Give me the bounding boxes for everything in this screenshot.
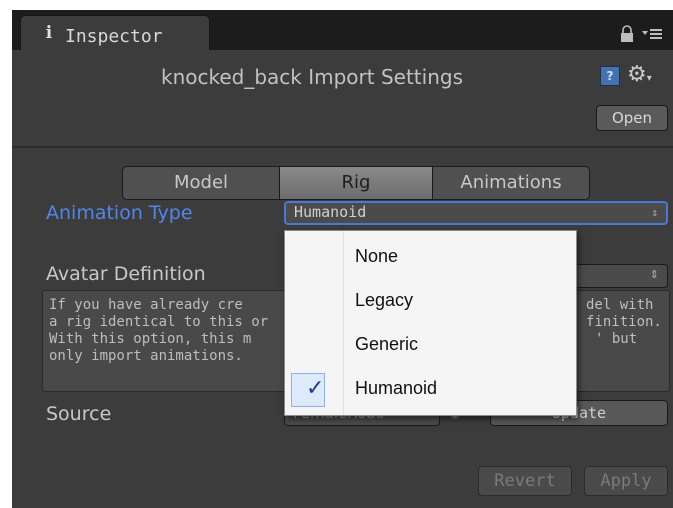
animation-type-select[interactable]: Humanoid ⇕ bbox=[284, 201, 668, 225]
updown-caret-icon: ⇕ bbox=[651, 206, 658, 219]
tab-strip: i Inspector bbox=[12, 10, 673, 50]
gear-icon[interactable]: ⚙▾ bbox=[627, 62, 663, 88]
tab-rig[interactable]: Rig bbox=[279, 166, 433, 200]
menu-item-none[interactable]: None bbox=[285, 235, 576, 279]
info-icon: i bbox=[45, 23, 53, 43]
menu-item-label: Humanoid bbox=[355, 378, 438, 398]
help-text-line: del with bbox=[586, 297, 654, 313]
tab-inspector-label: Inspector bbox=[65, 26, 163, 47]
animation-type-label: Animation Type bbox=[46, 202, 193, 224]
import-settings-title: knocked_back Import Settings bbox=[160, 65, 463, 89]
menu-item-generic[interactable]: Generic bbox=[285, 323, 576, 367]
apply-button[interactable]: Apply bbox=[584, 466, 668, 496]
source-label: Source bbox=[46, 403, 112, 425]
context-menu-icon[interactable] bbox=[641, 26, 663, 42]
avatar-definition-label: Avatar Definition bbox=[46, 263, 206, 285]
help-text-line: ' but bbox=[595, 331, 638, 347]
help-text-line: only import animations. bbox=[49, 348, 243, 364]
checkmark-highlight: ✓ bbox=[291, 373, 325, 407]
animation-type-dropdown-menu: None Legacy Generic ✓ Humanoid bbox=[284, 230, 577, 416]
menu-item-label: Legacy bbox=[355, 290, 414, 310]
menu-item-label: None bbox=[355, 246, 399, 266]
tab-model[interactable]: Model bbox=[122, 166, 280, 200]
help-book-icon[interactable]: ? bbox=[600, 66, 620, 86]
header-divider bbox=[12, 146, 673, 148]
lock-icon[interactable] bbox=[620, 25, 634, 43]
open-button[interactable]: Open bbox=[596, 105, 668, 131]
menu-item-humanoid[interactable]: ✓ Humanoid bbox=[285, 367, 576, 411]
animation-type-value: Humanoid bbox=[294, 203, 367, 221]
help-text-line: a rig identical to this or bbox=[49, 314, 269, 330]
menu-item-label: Generic bbox=[355, 334, 419, 354]
help-text-line: With this option, this m bbox=[49, 331, 252, 347]
revert-button[interactable]: Revert bbox=[478, 466, 572, 496]
help-text-line: If you have already cre bbox=[49, 297, 243, 313]
help-text-line: finition. bbox=[586, 314, 662, 330]
checkmark-icon: ✓ bbox=[306, 376, 325, 401]
tab-animations[interactable]: Animations bbox=[432, 166, 590, 200]
tab-inspector[interactable]: i Inspector bbox=[20, 15, 210, 50]
updown-caret-icon: ⇕ bbox=[649, 268, 659, 281]
menu-item-legacy[interactable]: Legacy bbox=[285, 279, 576, 323]
